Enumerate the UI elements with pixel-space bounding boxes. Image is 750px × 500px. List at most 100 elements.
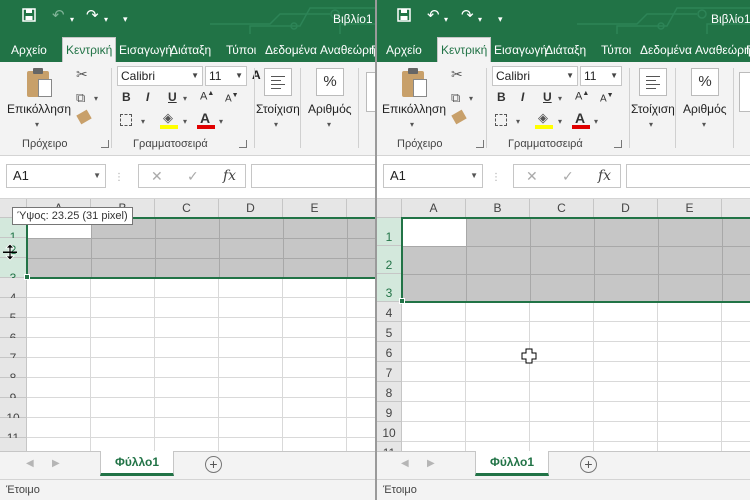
sheet-nav-prev-icon[interactable]: ◀: [26, 458, 34, 469]
clipboard-launcher-icon[interactable]: [476, 140, 484, 148]
worksheet-grid[interactable]: A B C D E 1 2 3 4 5 6 7 8 9 10 11: [377, 199, 750, 451]
alignment-dropdown-icon[interactable]: ▾: [649, 120, 653, 129]
column-header-b[interactable]: B: [466, 199, 530, 218]
increase-font-icon[interactable]: A▲: [575, 90, 589, 103]
number-format-icon[interactable]: %: [691, 68, 719, 96]
underline-dropdown-icon[interactable]: ▾: [558, 94, 562, 103]
tab-review[interactable]: Αναθεώρηση: [692, 38, 750, 62]
font-color-icon[interactable]: A: [200, 110, 210, 126]
number-button-label[interactable]: Αριθμός: [683, 102, 727, 116]
borders-icon[interactable]: [120, 114, 132, 126]
select-all-corner[interactable]: [377, 199, 402, 218]
add-sheet-icon[interactable]: +: [580, 456, 597, 473]
column-header-d[interactable]: D: [219, 199, 283, 218]
copy-icon[interactable]: ⧉: [451, 90, 460, 106]
enter-icon[interactable]: ✓: [562, 168, 574, 185]
formula-input[interactable]: [251, 164, 375, 188]
alignment-icon[interactable]: [264, 68, 292, 96]
tab-data[interactable]: Δεδομένα: [262, 38, 320, 62]
bold-button[interactable]: B: [497, 90, 506, 104]
column-header-d[interactable]: D: [594, 199, 658, 218]
row-header-6[interactable]: 6: [0, 318, 27, 345]
font-name-combo[interactable]: Calibri ▼: [117, 66, 203, 86]
column-header-e[interactable]: E: [283, 199, 347, 218]
column-header-f[interactable]: [347, 199, 375, 218]
save-icon[interactable]: [397, 8, 411, 26]
underline-dropdown-icon[interactable]: ▾: [183, 94, 187, 103]
tab-review[interactable]: Αναθεώρηση: [317, 38, 375, 62]
selected-range[interactable]: [24, 217, 375, 280]
cut-icon[interactable]: ✂: [451, 66, 463, 83]
paste-dropdown-icon[interactable]: ▾: [410, 120, 414, 129]
insert-function-icon[interactable]: fx: [598, 168, 611, 184]
row-header-4[interactable]: 4: [0, 278, 27, 305]
redo-dropdown-icon[interactable]: ▾: [104, 12, 108, 28]
row-header-9[interactable]: 9: [377, 402, 402, 422]
sheet-tab-1[interactable]: Φύλλο1: [475, 451, 549, 476]
column-header-c[interactable]: C: [530, 199, 594, 218]
tab-more[interactable]: Π: [368, 38, 375, 62]
redo-dropdown-icon[interactable]: ▾: [478, 12, 482, 28]
alignment-icon[interactable]: [639, 68, 667, 96]
font-color-dropdown-icon[interactable]: ▾: [594, 117, 598, 126]
format-painter-icon[interactable]: [451, 109, 467, 125]
fill-color-dropdown-icon[interactable]: ▾: [183, 117, 187, 126]
font-size-combo[interactable]: 11 ▼: [580, 66, 622, 86]
tab-layout[interactable]: Διάταξη: [542, 38, 589, 62]
font-color-dropdown-icon[interactable]: ▾: [219, 117, 223, 126]
row-header-9[interactable]: 9: [0, 378, 27, 405]
undo-dropdown-icon[interactable]: ▾: [444, 12, 448, 28]
row-header-8[interactable]: 8: [377, 382, 402, 402]
column-header-f[interactable]: [722, 199, 750, 218]
bold-button[interactable]: B: [122, 90, 131, 104]
undo-icon[interactable]: ↶: [52, 8, 65, 24]
sheet-nav-next-icon[interactable]: ▶: [52, 458, 60, 469]
tab-layout[interactable]: Διάταξη: [167, 38, 214, 62]
italic-button[interactable]: I: [521, 90, 524, 104]
borders-dropdown-icon[interactable]: ▾: [516, 117, 520, 126]
increase-font-icon-2[interactable]: A▲: [200, 90, 214, 103]
row-header-6[interactable]: 6: [377, 342, 402, 362]
number-dropdown-icon[interactable]: ▾: [702, 120, 706, 129]
underline-button[interactable]: U: [543, 90, 552, 104]
number-dropdown-icon[interactable]: ▾: [327, 120, 331, 129]
row-header-10[interactable]: 10: [0, 398, 27, 425]
underline-button[interactable]: U: [168, 90, 177, 104]
customize-qat-icon[interactable]: ▾: [123, 11, 128, 27]
paste-icon[interactable]: [402, 68, 428, 98]
add-sheet-icon[interactable]: +: [205, 456, 222, 473]
tab-file[interactable]: Αρχείο: [383, 38, 425, 62]
sheet-tab-1[interactable]: Φύλλο1: [100, 451, 174, 476]
format-painter-icon[interactable]: [76, 109, 92, 125]
worksheet-grid[interactable]: A B C D E 1 2 3 4 5 6 7 8 9 10 11: [0, 199, 375, 451]
column-header-a[interactable]: A: [402, 199, 466, 218]
active-cell[interactable]: [403, 219, 466, 246]
paste-dropdown-icon[interactable]: ▾: [35, 120, 39, 129]
row-header-5[interactable]: 5: [0, 298, 27, 325]
borders-dropdown-icon[interactable]: ▾: [141, 117, 145, 126]
styles-icon[interactable]: [739, 72, 750, 112]
alignment-button-label[interactable]: Στοίχιση: [256, 102, 300, 116]
tab-file[interactable]: Αρχείο: [8, 38, 50, 62]
font-launcher-icon[interactable]: [239, 140, 247, 148]
row-header-7[interactable]: 7: [377, 362, 402, 382]
copy-dropdown-icon[interactable]: ▾: [94, 94, 98, 103]
styles-icon[interactable]: [366, 72, 375, 112]
tab-more[interactable]: Π: [743, 38, 750, 62]
fill-color-icon[interactable]: ◈: [538, 110, 548, 126]
redo-icon[interactable]: ↷: [461, 8, 474, 24]
alignment-dropdown-icon[interactable]: ▾: [274, 120, 278, 129]
row-header-10[interactable]: 10: [377, 422, 402, 442]
row-header-11[interactable]: 11: [0, 418, 27, 445]
sheet-nav-next-icon[interactable]: ▶: [427, 458, 435, 469]
paste-icon[interactable]: [27, 68, 53, 98]
name-box[interactable]: A1 ▼: [383, 164, 483, 188]
font-size-combo[interactable]: 11 ▼: [205, 66, 247, 86]
formula-input[interactable]: [626, 164, 750, 188]
tab-home[interactable]: Κεντρική: [437, 37, 492, 62]
row-header-5[interactable]: 5: [377, 322, 402, 342]
fill-color-icon[interactable]: ◈: [163, 110, 173, 126]
undo-icon[interactable]: ↶: [427, 8, 440, 24]
row-header-12[interactable]: [0, 438, 27, 451]
decrease-font-icon[interactable]: A▼: [600, 92, 614, 104]
